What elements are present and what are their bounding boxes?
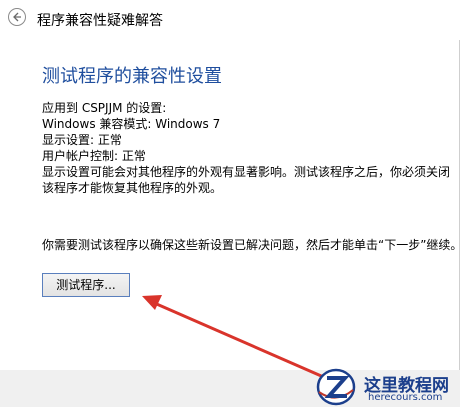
test-program-button[interactable]: 测试程序... [42,273,130,297]
title-bar: 程序兼容性疑难解答 [0,0,460,40]
window-title: 程序兼容性疑难解答 [37,13,163,29]
uac-label: 用户帐户控制: 正常 [42,149,146,163]
display-warning-text: 显示设置可能会对其他程序的外观有显著影响。测试该程序之后，你必须关闭该程序才能恢… [42,165,451,195]
compat-mode-label: Windows 兼容模式: Windows 7 [42,117,221,131]
back-button[interactable] [8,8,26,26]
display-settings-label: 显示设置: 正常 [42,133,122,147]
compat-troubleshooter-window: 程序兼容性疑难解答 测试程序的兼容性设置 应用到 CSPJJM 的设置: Win… [0,0,460,407]
applied-to-label: 应用到 CSPJJM 的设置: [42,101,167,115]
z-logo-icon [316,368,356,406]
settings-summary: 应用到 CSPJJM 的设置: Windows 兼容模式: Windows 7 … [42,100,460,196]
back-arrow-icon [13,12,21,22]
watermark: 这里教程网 herecours.com [316,366,460,407]
instruction-text: 你需要测试该程序以确保这些新设置已解决问题，然后才能单击“下一步”继续。 [42,238,460,252]
page-heading: 测试程序的兼容性设置 [42,66,222,87]
watermark-url: herecours.com [368,392,443,403]
